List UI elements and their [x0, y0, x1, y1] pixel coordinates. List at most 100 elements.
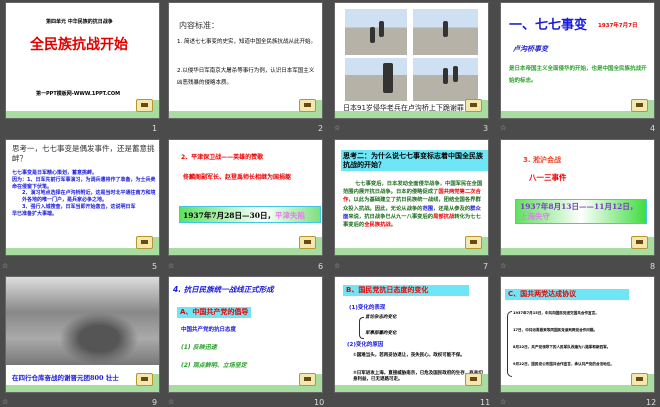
body-text: 。 — [390, 222, 397, 229]
slide-thumbnail-6[interactable]: 2、平津保卫战——英雄的赞歌 佟麟阁副军长、赵登禹师长相继为国捐躯 1937年7… — [168, 139, 323, 256]
slide-thumbnail-2[interactable]: 内容标准： 1. 简述七七事变的史实，知道中国全民族抗战从此开始。 2.以侵华日… — [168, 2, 323, 119]
slide-heading: 思考一，七七事变是偶发事件，还是蓄意挑衅？ — [12, 144, 155, 163]
bullet-list: 七七事变是日军精心策划，蓄意挑衅。 因为：1、日军先前行军事演习，为调兵遣将作了… — [12, 170, 157, 217]
animation-icon[interactable]: ☆ — [500, 124, 506, 132]
slide-title: 3. 淞沪会战 — [523, 156, 561, 164]
animation-icon[interactable]: ☆ — [2, 398, 8, 406]
slide-thumbnail-1[interactable]: 第四单元 中华民族的抗日战争 全民族抗战开始 第一PPT模板网-WWW.1PPT… — [5, 2, 160, 119]
slide-number: 11 — [480, 398, 491, 407]
highlight-text: 范围 — [422, 205, 434, 212]
slide-subheading: 八一三事件 — [529, 173, 567, 182]
monitor-icon — [631, 236, 648, 249]
slide-subheading: 卢沟桥事变 — [513, 45, 548, 53]
animation-icon[interactable]: ☆ — [500, 398, 506, 406]
body-text: ，还是从参及的 — [433, 205, 471, 212]
slide-number: 10 — [314, 398, 325, 407]
slide-number: 12 — [646, 398, 657, 407]
animation-icon[interactable]: ☆ — [168, 398, 174, 406]
monitor-icon — [631, 99, 648, 112]
historical-photo — [6, 277, 159, 365]
slide-subheading: 中国共产党的抗日态度 — [181, 327, 237, 333]
photo-caption: 在四行仓库奋战的谢晋元团800 壮士 — [12, 374, 119, 382]
slide-footer: 第一PPT模板网-WWW.1PPT.COM — [36, 91, 121, 97]
slide-title: 2、平津保卫战——英雄的赞歌 — [181, 154, 264, 161]
bullet-item: 因为：1、日军先前行军事演习，为调兵遣将作了准备，为士兵卖命在侵窗下伏笔。 — [12, 176, 156, 190]
monitor-icon — [299, 236, 316, 249]
animation-icon[interactable]: ☆ — [168, 262, 174, 270]
slide-number: 5 — [152, 262, 158, 271]
date-label: 1937年7月7日 — [598, 23, 638, 29]
sub-item: 军事部署的变化 — [365, 331, 397, 336]
agreement-item: 8月22日，共产党领导下的人民军队改编为八路军和新四军。 — [513, 345, 611, 349]
slide-number: 4 — [650, 124, 656, 133]
photo — [345, 9, 407, 55]
monitor-icon — [136, 373, 153, 386]
date-text: 1937年7月28日—30日， — [183, 211, 275, 220]
monitor-icon — [631, 373, 648, 386]
slide-thumbnail-7[interactable]: 思考二：为什么说七七事变标志着中国全民族抗战的开始？ 七七事变后，日本发动全面侵… — [334, 139, 489, 256]
section-heading: A、中国共产党的倡导 — [177, 307, 252, 319]
slide-number: 2 — [318, 124, 324, 133]
fall-text: 上海失守 — [520, 212, 550, 222]
slide-thumbnail-4[interactable]: 一、七七事变 1937年7月7日 卢沟桥事变 是日本帝国主义全面侵华的开始，也是… — [500, 2, 655, 119]
content-item: 2.以侵华日军南京大屠杀等事行为例，认识日本军国主义凶恶残暴的侵略本质。 — [177, 68, 315, 87]
bullet-item: 早已准备扩大事端。 — [12, 210, 58, 217]
slide-body: 佟麟阁副军长、赵登禹师长相继为国捐躯 — [183, 174, 292, 181]
animation-icon[interactable]: ☆ — [500, 262, 506, 270]
reason-item: ②日军进攻上海，直接威胁南京，已危及国民政府的生存，有关切身利益，已无退路可走。 — [353, 371, 483, 383]
point-heading: (1)变化的表现 — [349, 305, 386, 311]
slide-title: B、国民党抗日态度的变化 — [343, 285, 469, 297]
bullet-item: 七七事变是日军精心策划，蓄意挑衅。 — [12, 170, 98, 176]
photo — [413, 9, 478, 55]
slide-title: 全民族抗战开始 — [30, 37, 128, 53]
slide-number: 8 — [650, 262, 656, 271]
slide-thumbnail-8[interactable]: 3. 淞沪会战 八一三事件 1937年8月13日——11月12日， 上海失守 — [500, 139, 655, 256]
bullet-item: 3、强行入城搜查，日军当即开始轰击，这说明日军 — [22, 203, 136, 210]
slide-title: 4. 抗日民族统一战线正式形成 — [173, 285, 274, 294]
slide-number: 3 — [483, 124, 489, 133]
slide-thumbnail-5[interactable]: 思考一，七七事变是偶发事件，还是蓄意挑衅？ 七七事变是日军精心策划，蓄意挑衅。 … — [5, 139, 160, 256]
agreement-item: 17日，中共派周恩来等同国民党谈判两党合作问题。 — [513, 328, 598, 332]
slide-subtitle: 第四单元 中华民族的抗日战争 — [46, 19, 113, 25]
date-text: 1937年8月13日——11月12日， — [520, 202, 638, 211]
animation-icon[interactable]: ☆ — [2, 262, 8, 270]
monitor-icon — [465, 236, 482, 249]
slide-thumbnail-11[interactable]: B、国民党抗日态度的变化 (1)变化的表现 言论杂志的变化 军事部署的变化 (2… — [334, 276, 489, 393]
list-item: (1) 反映迅速 — [181, 344, 217, 351]
slide-number: 1 — [152, 124, 158, 133]
slide-number: 7 — [483, 262, 489, 271]
slide-thumbnail-10[interactable]: 4. 抗日民族统一战线正式形成 A、中国共产党的倡导 中国共产党的抗日态度 (1… — [168, 276, 323, 393]
slide-title: 一、七七事变 — [509, 18, 588, 33]
point-heading: (2)变化的原因 — [347, 342, 384, 348]
animation-icon[interactable]: ☆ — [334, 262, 340, 270]
slide-number: 9 — [152, 398, 158, 407]
slide-heading: 思考二：为什么说七七事变标志着中国全民族抗战的开始？ — [341, 150, 488, 171]
agreement-item: 1937年7月15日，中共向国民党送交国共合作宣言。 — [513, 311, 599, 315]
slide-thumbnail-3[interactable]: 日本91岁侵华老兵在卢沟桥上下跪谢罪 — [334, 2, 489, 119]
monitor-icon — [299, 99, 316, 112]
slide-body: 七七事变后，日本发动全面侵华战争，中国军民在全国范围内展开抗日战争。日本的侵略促… — [343, 180, 485, 229]
list-item: (2) 观点鲜明、立场坚定 — [181, 362, 247, 369]
slide-title: C、国共两党达成协议 — [505, 289, 629, 301]
highlight-text: 局部抗战 — [433, 213, 455, 220]
animation-icon[interactable]: ☆ — [334, 124, 340, 132]
slide-heading: 内容标准： — [179, 21, 219, 30]
date-box: 1937年7月28日—30日，平津失陷 — [179, 206, 321, 223]
monitor-icon — [299, 373, 316, 386]
highlight-text: 全民族抗战 — [364, 222, 391, 229]
slide-number: 6 — [318, 262, 324, 271]
monitor-icon — [465, 373, 482, 386]
monitor-icon — [136, 99, 153, 112]
slide-thumbnail-9[interactable]: 在四行仓库奋战的谢晋元团800 壮士 — [5, 276, 160, 393]
slide-body: 是日本帝国主义全面侵华的开始，也是中国全民族抗战开始的标志。 — [509, 66, 647, 85]
slide-thumbnail-12[interactable]: C、国共两党达成协议 1937年7月15日，中共向国民党送交国共合作宣言。 17… — [500, 276, 655, 393]
photo — [345, 58, 407, 101]
fall-text: 平津失陷 — [274, 211, 305, 220]
monitor-icon — [136, 236, 153, 249]
agreement-item: 9月22日，国民党公布国共合作宣言，承认共产党的合法地位。 — [513, 362, 614, 366]
reason-item: ①国难当头，若再妥协退让，丧失民心，政权可能不保。 — [353, 353, 465, 358]
body-text: 来说，抗日战争已从九一八事变后的 — [348, 213, 434, 220]
monitor-icon — [465, 99, 482, 112]
brace — [359, 317, 364, 339]
date-box: 1937年8月13日——11月12日， 上海失守 — [515, 199, 647, 224]
